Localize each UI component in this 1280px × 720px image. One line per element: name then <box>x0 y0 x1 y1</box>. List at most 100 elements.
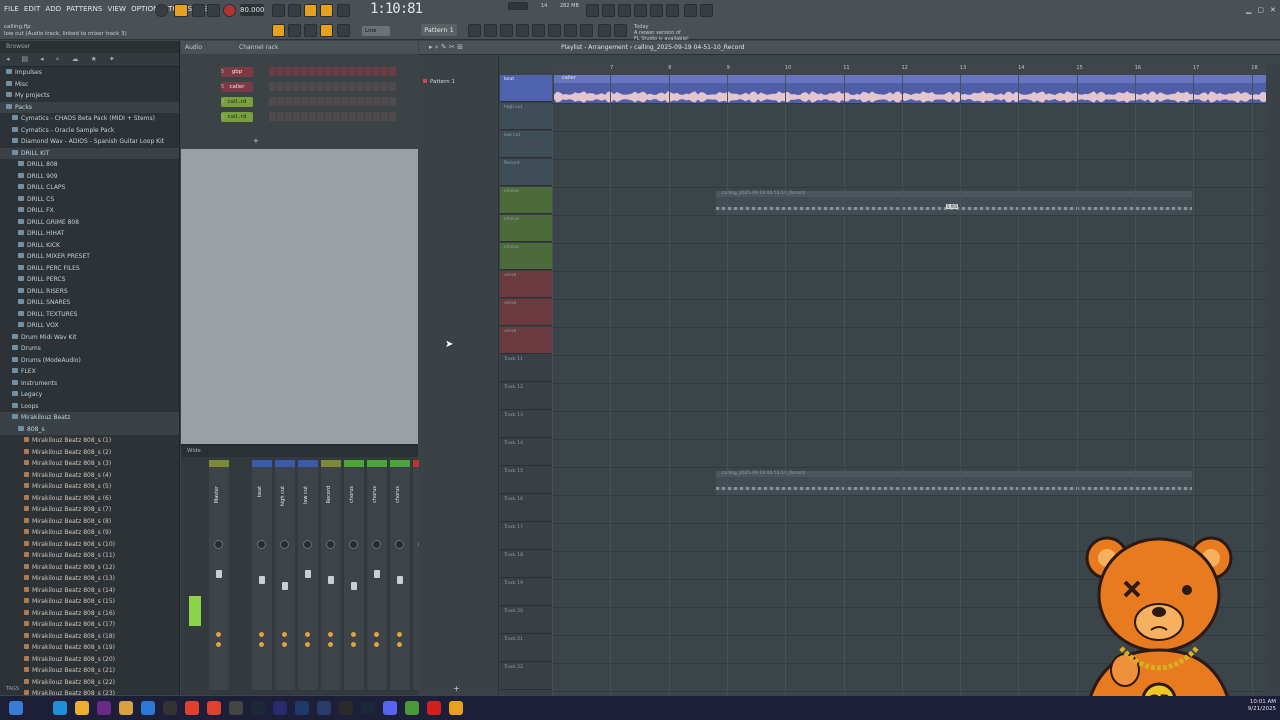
step-button[interactable] <box>357 67 364 76</box>
browser-file-item[interactable]: Mirakilouz Beatz 808_s (15) <box>0 596 179 608</box>
browser-search-icon[interactable]: ⌕ <box>56 55 60 64</box>
step-button[interactable] <box>333 67 340 76</box>
pattern-item[interactable]: Pattern 1 <box>423 79 455 85</box>
track-header[interactable]: Track 16 <box>500 495 552 522</box>
browser-file-item[interactable]: Mirakilouz Beatz 808_s (18) <box>0 631 179 643</box>
channel-name-button[interactable]: call..rd <box>221 96 253 107</box>
mic-icon[interactable] <box>618 4 631 17</box>
mixer-view-icon[interactable] <box>516 24 529 37</box>
volume-fader[interactable] <box>328 576 334 584</box>
step-button[interactable] <box>373 112 380 121</box>
browser-file-item[interactable]: Mirakilouz Beatz 808_s (13) <box>0 573 179 585</box>
step-button[interactable] <box>285 82 292 91</box>
photoshop-icon[interactable] <box>295 701 309 715</box>
fx-slot-indicator[interactable] <box>351 632 356 637</box>
step-button[interactable] <box>381 97 388 106</box>
browser-folder-item[interactable]: DRILL PERC FILES <box>0 263 179 275</box>
record-button[interactable] <box>223 4 236 17</box>
browser-file-item[interactable]: Mirakilouz Beatz 808_s (4) <box>0 470 179 482</box>
volume-fader[interactable] <box>216 570 222 578</box>
step-button[interactable] <box>325 67 332 76</box>
snap-mode-select[interactable]: Line <box>362 26 390 36</box>
mixer-strip[interactable]: beat <box>252 460 272 690</box>
browser-file-item[interactable]: Mirakilouz Beatz 808_s (22) <box>0 677 179 689</box>
pan-knob[interactable] <box>257 540 266 549</box>
step-sequencer[interactable] <box>269 112 396 121</box>
chrome-icon[interactable] <box>185 701 199 715</box>
mixer-strip[interactable]: chorus <box>344 460 364 690</box>
browser-folder-item[interactable]: DRILL CS <box>0 194 179 206</box>
browser-folder-item[interactable]: DRILL 808 <box>0 159 179 171</box>
step-button[interactable] <box>341 112 348 121</box>
playlist-icon[interactable] <box>468 24 481 37</box>
step-button[interactable] <box>301 112 308 121</box>
mixer-strip[interactable]: low cut <box>298 460 318 690</box>
browser-star-icon[interactable]: ★ <box>91 55 97 64</box>
step-button[interactable] <box>333 82 340 91</box>
step-sequencer[interactable] <box>269 97 396 106</box>
track-header[interactable]: Record <box>500 159 552 186</box>
fl-studio-icon[interactable] <box>449 701 463 715</box>
step-button[interactable] <box>389 82 396 91</box>
step-button[interactable] <box>277 67 284 76</box>
step-button[interactable] <box>357 97 364 106</box>
cut-icon[interactable] <box>602 4 615 17</box>
browser-folder-item[interactable]: DRILL 909 <box>0 171 179 183</box>
browser-folder-item[interactable]: Mirakilouz Beatz <box>0 412 179 424</box>
browser-file-item[interactable]: Mirakilouz Beatz 808_s (14) <box>0 585 179 597</box>
track-header[interactable]: verse <box>500 271 552 298</box>
browser-folder-item[interactable]: DRILL CLAPS <box>0 182 179 194</box>
track-header[interactable]: verse <box>500 327 552 354</box>
step-sequencer[interactable] <box>269 82 396 91</box>
browser-file-item[interactable]: Mirakilouz Beatz 808_s (3) <box>0 458 179 470</box>
browser-folder-item[interactable]: DRILL KIT <box>0 147 179 159</box>
arrow-icon[interactable] <box>288 24 301 37</box>
browser-folder-item[interactable]: Packs <box>0 101 179 113</box>
system-clock[interactable]: 10:01 AM 9/21/2025 <box>1248 699 1276 713</box>
minimize-icon[interactable]: ▁ <box>1246 6 1251 14</box>
step-button[interactable] <box>357 112 364 121</box>
add-channel-button[interactable]: + <box>253 137 259 145</box>
step-button[interactable] <box>269 97 276 106</box>
tags-label[interactable]: TAGS <box>6 686 19 692</box>
step-button[interactable] <box>373 97 380 106</box>
browser-folder-item[interactable]: FLEX <box>0 366 179 378</box>
folder-icon[interactable] <box>119 701 133 715</box>
stop-button[interactable] <box>207 4 220 17</box>
step-sequencer[interactable] <box>269 67 396 76</box>
step-button[interactable] <box>317 112 324 121</box>
track-header[interactable]: chorus <box>500 187 552 214</box>
mixer-strip[interactable]: chorus <box>390 460 410 690</box>
volume-fader[interactable] <box>282 582 288 590</box>
step-button[interactable] <box>317 97 324 106</box>
step-button[interactable] <box>285 112 292 121</box>
step-button[interactable] <box>277 97 284 106</box>
menu-edit[interactable]: EDIT <box>24 5 41 13</box>
step-button[interactable] <box>381 112 388 121</box>
step-button[interactable] <box>349 112 356 121</box>
roblox-icon[interactable] <box>163 701 177 715</box>
cpu-icon[interactable] <box>586 4 599 17</box>
add-pattern-button[interactable]: + <box>453 684 460 693</box>
channel-row[interactable]: 5 caller <box>187 80 396 93</box>
step-button[interactable] <box>349 97 356 106</box>
pattern-song-toggle[interactable] <box>174 4 188 17</box>
browser-folder-item[interactable]: DRILL SNARES <box>0 297 179 309</box>
step-button[interactable] <box>341 67 348 76</box>
unlock-icon[interactable] <box>614 24 627 37</box>
browser-file-item[interactable]: Mirakilouz Beatz 808_s (17) <box>0 619 179 631</box>
step-button[interactable] <box>309 97 316 106</box>
stamp-icon[interactable] <box>337 24 350 37</box>
browser-folder-item[interactable]: Drums (ModeAudio) <box>0 355 179 367</box>
track-header[interactable]: high cut <box>500 103 552 130</box>
premiere-icon[interactable] <box>273 701 287 715</box>
browser-file-item[interactable]: Mirakilouz Beatz 808_s (8) <box>0 516 179 528</box>
send-indicator[interactable] <box>282 642 287 647</box>
pattern-selector[interactable]: Pattern 1 <box>421 24 457 36</box>
step-button[interactable] <box>373 82 380 91</box>
browser-back-icon[interactable]: ◂ <box>6 55 10 64</box>
fx-slot-indicator[interactable] <box>305 632 310 637</box>
tempo-display[interactable]: 80.000 <box>240 4 265 16</box>
browser-folder-item[interactable]: Drum Midi Wav Kit <box>0 332 179 344</box>
browser-folder-item[interactable]: Loops <box>0 401 179 413</box>
